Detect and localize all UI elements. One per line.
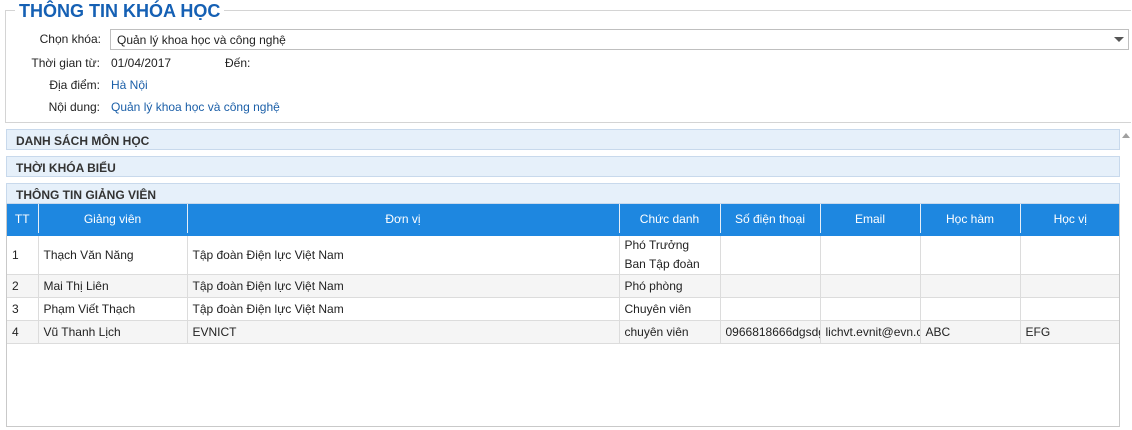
course-info-title: THÔNG TIN KHÓA HỌC (15, 0, 225, 22)
cell-email (820, 233, 921, 275)
cell-rank (920, 297, 1021, 321)
cell-phone (720, 274, 821, 298)
table-row[interactable]: 1 Thạch Văn Năng Tập đoàn Điện lực Việt … (7, 233, 1119, 275)
cell-position: Chuyên viên (619, 297, 721, 321)
cell-rank: ABC (920, 320, 1021, 344)
table-row[interactable]: 4 Vũ Thanh Lịch EVNICT chuyên viên 09668… (7, 320, 1119, 344)
column-header-degree[interactable]: Học vị (1020, 204, 1119, 235)
cell-position: chuyên viên (619, 320, 721, 344)
cell-rank (920, 274, 1021, 298)
cell-degree (1020, 233, 1119, 275)
column-header-academic-rank[interactable]: Học hàm (920, 204, 1021, 235)
panel-schedule-title: THỜI KHÓA BIỂU (16, 161, 116, 175)
table-row[interactable]: 2 Mai Thị Liên Tập đoàn Điện lực Việt Na… (7, 274, 1119, 298)
cell-position: Phó Trưởng Ban Tập đoàn (619, 233, 721, 275)
column-header-position[interactable]: Chức danh (619, 204, 721, 235)
cell-tt: 3 (7, 297, 39, 321)
cell-tt: 1 (7, 233, 39, 275)
cell-tt: 4 (7, 320, 39, 344)
lecturer-table: TT Giảng viên Đơn vị Chức danh Số điện t… (7, 204, 1119, 344)
cell-position-line2: Ban Tập đoàn (624, 257, 700, 271)
cell-rank (920, 233, 1021, 275)
cell-phone: 0966818666dgsdg (720, 320, 821, 344)
cell-name: Vũ Thanh Lịch (38, 320, 188, 344)
cell-degree: EFG (1020, 320, 1119, 344)
cell-name: Mai Thị Liên (38, 274, 188, 298)
cell-phone (720, 297, 821, 321)
course-select-value: Quản lý khoa học và công nghệ (117, 33, 286, 47)
location-value: Hà Nội (111, 78, 148, 92)
panel-subject-list-title: DANH SÁCH MÔN HỌC (16, 134, 150, 148)
cell-name: Phạm Viết Thạch (38, 297, 188, 321)
content-label: Nội dung: (48, 100, 100, 114)
table-header-row: TT Giảng viên Đơn vị Chức danh Số điện t… (7, 204, 1119, 235)
content-value: Quản lý khoa học và công nghệ (111, 100, 280, 114)
cell-tt: 2 (7, 274, 39, 298)
column-header-tt[interactable]: TT (7, 204, 39, 235)
chevron-down-icon[interactable] (1110, 30, 1128, 49)
location-label: Địa điểm: (49, 78, 100, 92)
panel-subject-list[interactable]: DANH SÁCH MÔN HỌC (6, 129, 1120, 150)
course-select[interactable]: Quản lý khoa học và công nghệ (110, 29, 1129, 50)
cell-unit: Tập đoàn Điện lực Việt Nam (187, 233, 620, 275)
cell-degree (1020, 274, 1119, 298)
cell-unit: EVNICT (187, 320, 620, 344)
cell-email (820, 274, 921, 298)
column-header-lecturer[interactable]: Giảng viên (38, 204, 188, 235)
table-row[interactable]: 3 Phạm Viết Thạch Tập đoàn Điện lực Việt… (7, 297, 1119, 321)
column-header-phone[interactable]: Số điện thoại (720, 204, 821, 235)
select-course-label: Chọn khóa: (39, 32, 101, 46)
cell-degree (1020, 297, 1119, 321)
column-header-unit[interactable]: Đơn vị (187, 204, 620, 235)
column-header-email[interactable]: Email (820, 204, 921, 235)
scroll-up-icon[interactable] (1122, 133, 1130, 138)
cell-position-line1: Phó Trưởng (624, 238, 690, 252)
lecturer-grid: TT Giảng viên Đơn vị Chức danh Số điện t… (6, 204, 1120, 427)
cell-unit: Tập đoàn Điện lực Việt Nam (187, 274, 620, 298)
time-from-value: 01/04/2017 (111, 56, 172, 70)
cell-phone (720, 233, 821, 275)
time-to-label: Đến: (225, 56, 251, 70)
panel-schedule[interactable]: THỜI KHÓA BIỂU (6, 156, 1120, 177)
cell-unit: Tập đoàn Điện lực Việt Nam (187, 297, 620, 321)
time-from-label: Thời gian từ: (31, 56, 100, 70)
cell-name: Thạch Văn Năng (38, 233, 188, 275)
cell-email: lichvt.evnit@evn.com.vn (820, 320, 921, 344)
panel-lecturer-info[interactable]: THÔNG TIN GIẢNG VIÊN (6, 183, 1120, 204)
cell-email (820, 297, 921, 321)
panel-lecturer-info-title: THÔNG TIN GIẢNG VIÊN (16, 188, 157, 202)
cell-position: Phó phòng (619, 274, 721, 298)
